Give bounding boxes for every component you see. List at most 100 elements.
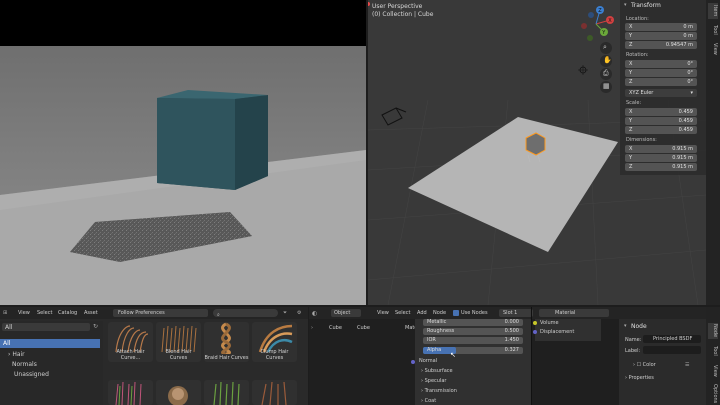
tab-tool[interactable]: Tool bbox=[708, 22, 718, 38]
transform-panel: ▾ Transform Location: X0 m Y0 m Z 0.94547… bbox=[620, 0, 706, 175]
zoom-button[interactable]: ⌕ bbox=[600, 42, 612, 54]
tab-view[interactable]: View bbox=[708, 363, 718, 379]
menu-view[interactable]: View bbox=[18, 310, 30, 316]
breadcrumb-mesh[interactable]: Cube bbox=[357, 325, 370, 331]
menu-select[interactable]: Select bbox=[37, 310, 52, 316]
label-label: Label: bbox=[625, 348, 641, 354]
menu-add[interactable]: Add bbox=[417, 310, 427, 316]
viewport-view-name: User Perspective bbox=[372, 3, 423, 10]
chevron-down-icon: ▾ bbox=[690, 90, 693, 96]
specular-panel[interactable]: › Specular bbox=[421, 378, 446, 384]
tree-item-normals[interactable]: Normals bbox=[12, 361, 37, 368]
render-viewport[interactable] bbox=[0, 0, 366, 305]
mouse-cursor-icon: ↖ bbox=[450, 351, 456, 359]
subsurface-panel[interactable]: › Subsurface bbox=[421, 368, 453, 374]
editor-type-icon[interactable]: ⊞ bbox=[3, 310, 7, 316]
asset-thumb-5[interactable] bbox=[108, 380, 153, 405]
ior-field[interactable]: IOR 1.450 bbox=[419, 337, 527, 345]
volume-socket-icon[interactable] bbox=[533, 321, 537, 325]
navigation-gizmo[interactable]: X Z Y bbox=[576, 4, 616, 42]
import-method-select[interactable]: Follow Preferences bbox=[113, 309, 208, 317]
collapse-icon[interactable]: ▾ bbox=[624, 323, 627, 329]
tab-item[interactable]: Item bbox=[708, 3, 718, 19]
list-icon[interactable]: ☰ bbox=[685, 362, 689, 368]
roughness-field[interactable]: Roughness 0.500 bbox=[419, 328, 527, 336]
search-input[interactable]: ⌕ bbox=[213, 309, 278, 318]
rotation-mode-select[interactable]: XYZ Euler ▾ bbox=[625, 89, 697, 97]
scale-y-field[interactable]: Y 0.459 bbox=[625, 117, 697, 125]
coat-panel[interactable]: › Coat bbox=[421, 398, 436, 404]
camera-view-button[interactable]: ⎙ bbox=[600, 68, 612, 80]
node-link bbox=[531, 307, 532, 405]
dimensions-label: Dimensions: bbox=[626, 137, 657, 143]
editor-type-icon[interactable]: ◐ bbox=[312, 310, 317, 317]
location-y-field[interactable]: Y0 m bbox=[625, 32, 697, 40]
tree-item-label: All bbox=[3, 340, 11, 347]
rotation-y-field[interactable]: Y 0° bbox=[625, 69, 697, 77]
tab-view[interactable]: View bbox=[708, 41, 718, 57]
camera-icon: ⎙ bbox=[603, 69, 609, 77]
refresh-icon[interactable]: ↻ bbox=[93, 323, 98, 330]
asset-thumb-blend-hair[interactable]: Blend Hair Curves bbox=[156, 322, 201, 362]
menu-asset[interactable]: Asset bbox=[84, 310, 98, 316]
asset-thumb-7[interactable] bbox=[204, 380, 249, 405]
node-label-field[interactable] bbox=[643, 346, 701, 354]
filter-icon[interactable]: ⏷ bbox=[283, 310, 287, 316]
panel-title: Node bbox=[631, 323, 647, 330]
menu-view[interactable]: View bbox=[377, 310, 389, 316]
slot-select[interactable]: Slot 1 bbox=[499, 309, 533, 317]
menu-select[interactable]: Select bbox=[395, 310, 410, 316]
dimensions-z-field[interactable]: Z 0.915 m bbox=[625, 163, 697, 171]
node-sidebar-tabs: Node Tool View Options bbox=[706, 307, 720, 405]
asset-thumb-braid-hair[interactable]: Braid Hair Curves bbox=[204, 322, 249, 362]
location-z-field[interactable]: Z 0.94547 m bbox=[625, 41, 697, 49]
scale-x-field[interactable]: X 0.459 bbox=[625, 108, 697, 116]
viewport-collection: (0) Collection | Cube bbox=[372, 11, 434, 18]
collapse-icon[interactable]: ▾ bbox=[624, 2, 627, 8]
settings-icon[interactable]: ⚙ bbox=[297, 310, 301, 316]
scale-z-field[interactable]: Z 0.459 bbox=[625, 126, 697, 134]
pan-button[interactable]: ✋ bbox=[600, 55, 612, 67]
gizmo-z-label: Z bbox=[598, 8, 602, 14]
menu-node[interactable]: Node bbox=[433, 310, 446, 316]
tab-node[interactable]: Node bbox=[708, 323, 718, 339]
use-nodes-label: Use Nodes bbox=[461, 310, 488, 316]
displacement-socket-icon[interactable] bbox=[533, 330, 537, 334]
transmission-panel[interactable]: › Transmission bbox=[421, 388, 457, 394]
tree-item-hair[interactable]: › Hair bbox=[8, 351, 25, 358]
tab-options[interactable]: Options bbox=[708, 383, 718, 405]
asset-thumb-attach-hair[interactable]: Attach Hair Curve... bbox=[108, 322, 153, 362]
rotation-x-field[interactable]: X 0° bbox=[625, 60, 697, 68]
color-toggle[interactable]: › ☐ Color bbox=[633, 362, 656, 368]
tab-tool[interactable]: Tool bbox=[708, 343, 718, 359]
breadcrumb-object[interactable]: Cube bbox=[329, 325, 342, 331]
dimensions-x-field[interactable]: X 0.915 m bbox=[625, 145, 697, 153]
ortho-toggle-button[interactable]: ▦ bbox=[600, 81, 612, 93]
node-name-field[interactable]: Principled BSDF bbox=[643, 335, 701, 343]
menu-catalog[interactable]: Catalog bbox=[58, 310, 77, 316]
tree-item-unassigned[interactable]: Unassigned bbox=[14, 371, 49, 378]
node-editor-header: ◐ Object View Select Add Node Use Nodes … bbox=[309, 307, 619, 319]
asset-thumb-8[interactable] bbox=[252, 380, 297, 405]
zoom-icon: ⌕ bbox=[603, 43, 607, 51]
object-mode-select[interactable]: Object bbox=[331, 309, 361, 317]
asset-thumb-6[interactable] bbox=[156, 380, 201, 405]
search-icon: ⌕ bbox=[217, 312, 220, 318]
displacement-socket-label: Displacement bbox=[540, 329, 575, 335]
asset-thumb-clump-hair[interactable]: Clump Hair Curves bbox=[252, 322, 297, 362]
shader-editor[interactable]: ◐ Object View Select Add Node Use Nodes … bbox=[309, 307, 619, 405]
scale-label: Scale: bbox=[626, 100, 642, 106]
metallic-field[interactable]: Metallic 0.000 bbox=[419, 319, 527, 327]
location-x-field[interactable]: X0 m bbox=[625, 23, 697, 31]
properties-section[interactable]: › Properties bbox=[625, 375, 654, 381]
dimensions-y-field[interactable]: Y 0.915 m bbox=[625, 154, 697, 162]
tree-item-all[interactable]: All bbox=[0, 339, 100, 348]
material-select[interactable]: Material bbox=[539, 309, 609, 317]
rotation-z-field[interactable]: Z 0° bbox=[625, 78, 697, 86]
socket-icon[interactable] bbox=[411, 360, 415, 364]
alpha-field[interactable]: Alpha 0.327 bbox=[419, 347, 527, 355]
use-nodes-checkbox[interactable] bbox=[453, 310, 459, 316]
catalog-tree: All ↻ All › Hair Normals Unassigned bbox=[0, 321, 103, 405]
library-select[interactable]: All bbox=[2, 323, 90, 331]
breadcrumb-chevron-icon: › bbox=[311, 325, 313, 331]
